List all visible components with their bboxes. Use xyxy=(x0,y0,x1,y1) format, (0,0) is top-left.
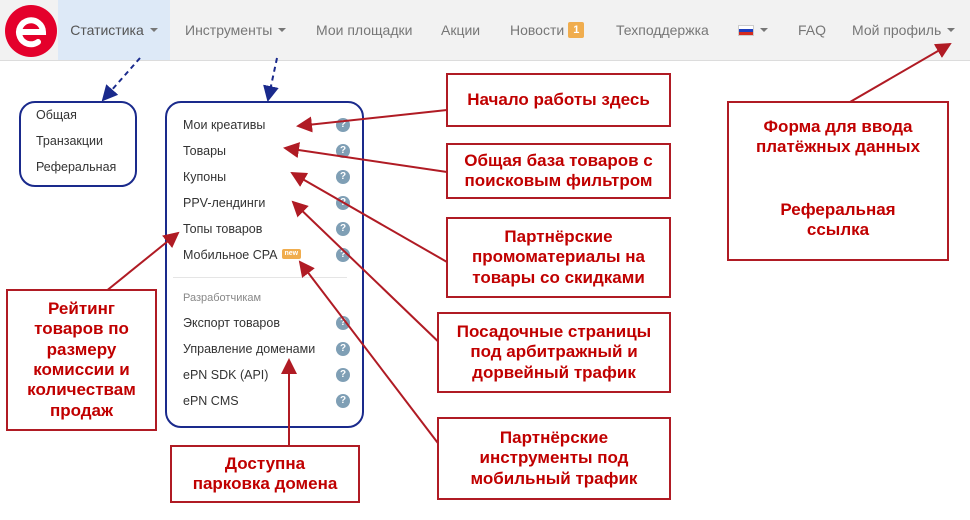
callout-line: Посадочные страницы xyxy=(456,321,652,341)
callout-line: парковка домена xyxy=(192,474,338,493)
tools-item-mobile-cpa[interactable]: Мобильное CPA new xyxy=(183,248,302,262)
callout-domain-parking: Доступна парковка домена xyxy=(170,445,360,503)
callout-line: дорвейный трафик xyxy=(472,362,636,382)
chevron-down-icon xyxy=(278,28,287,33)
callout-profile: Форма для ввода платёжных данных Реферал… xyxy=(727,101,949,261)
nav-tools[interactable]: Инструменты xyxy=(185,0,287,60)
tools-item-epn-sdk[interactable]: ePN SDK (API) xyxy=(183,368,268,382)
callout-line: Партнёрские xyxy=(499,427,609,447)
nav-profile[interactable]: Мой профиль xyxy=(852,0,956,60)
callout-line: размеру xyxy=(46,339,117,359)
stats-item-general[interactable]: Общая xyxy=(36,108,77,122)
help-icon[interactable]: ? xyxy=(336,368,350,382)
nav-news-label: Новости xyxy=(510,22,565,38)
tools-item-coupons[interactable]: Купоны xyxy=(183,170,226,184)
callout-line: поисковым фильтром xyxy=(464,171,653,190)
nav-tools-label: Инструменты xyxy=(185,22,273,38)
epn-logo-icon[interactable] xyxy=(4,4,58,58)
tools-item-ppv-landings[interactable]: PPV-лендинги xyxy=(183,196,265,210)
callout-line: Доступна xyxy=(224,453,306,473)
help-icon[interactable]: ? xyxy=(336,196,350,210)
callout-rating: Рейтинг товаров по размеру комиссии и ко… xyxy=(6,289,157,431)
callout-line: платёжных данных xyxy=(755,137,921,157)
nav-promotions[interactable]: Акции xyxy=(441,0,480,60)
tools-item-export-products[interactable]: Экспорт товаров xyxy=(183,316,280,330)
help-icon[interactable]: ? xyxy=(336,394,350,408)
help-icon[interactable]: ? xyxy=(336,118,350,132)
developers-header: Разработчикам xyxy=(183,292,262,304)
russian-flag-icon xyxy=(738,24,754,36)
callout-line: Общая база товаров с xyxy=(464,150,653,170)
stats-item-transactions[interactable]: Транзакции xyxy=(36,134,103,148)
callout-start-here: Начало работы здесь xyxy=(446,73,671,127)
chevron-down-icon xyxy=(149,28,158,33)
callout-line: продаж xyxy=(49,400,114,420)
nav-profile-label: Мой профиль xyxy=(852,22,942,38)
nav-news[interactable]: Новости 1 xyxy=(510,0,585,60)
chevron-down-icon xyxy=(760,28,768,33)
callout-products-base: Общая база товаров с поисковым фильтром xyxy=(446,143,671,199)
callout-mobile-tools: Партнёрские инструменты под мобильный тр… xyxy=(437,417,671,500)
callout-line: инструменты под xyxy=(479,448,629,468)
chevron-down-icon xyxy=(947,28,956,33)
nav-my-sites[interactable]: Мои площадки xyxy=(316,0,412,60)
callout-landing-pages: Посадочные страницы под арбитражный и до… xyxy=(437,312,671,393)
callout-line: Начало работы здесь xyxy=(467,89,650,109)
callout-line: Форма для ввода xyxy=(763,117,913,136)
nav-statistics[interactable]: Статистика xyxy=(58,0,170,60)
new-badge: new xyxy=(281,249,302,259)
callout-line: промоматериалы на xyxy=(472,247,645,267)
help-icon[interactable]: ? xyxy=(336,222,350,236)
mobile-cpa-label: Мобильное CPA xyxy=(183,248,278,262)
callout-line: мобильный трафик xyxy=(470,468,638,488)
callout-line: Партнёрские xyxy=(504,226,613,246)
callout-line: под арбитражный и xyxy=(470,342,638,362)
help-icon[interactable]: ? xyxy=(336,144,350,158)
tools-item-domain-management[interactable]: Управление доменами xyxy=(183,342,315,356)
callout-line: количествам xyxy=(27,380,136,400)
nav-statistics-label: Статистика xyxy=(70,22,144,38)
callout-line: товары со скидками xyxy=(472,267,645,287)
callout-promo-materials: Партнёрские промоматериалы на товары со … xyxy=(446,217,671,298)
tools-item-epn-cms[interactable]: ePN CMS xyxy=(183,394,239,408)
menu-divider xyxy=(173,277,347,278)
nav-faq[interactable]: FAQ xyxy=(798,0,826,60)
callout-line: Рейтинг xyxy=(48,298,115,318)
callout-line: Реферальная xyxy=(780,199,896,219)
help-icon[interactable]: ? xyxy=(336,316,350,330)
callout-line: товаров по xyxy=(34,319,129,339)
tools-item-products[interactable]: Товары xyxy=(183,144,226,158)
callout-line: ссылка xyxy=(806,220,870,240)
news-count-badge: 1 xyxy=(568,22,585,39)
top-navbar: Статистика Инструменты Мои площадки Акци… xyxy=(0,0,970,61)
nav-language[interactable] xyxy=(738,0,768,60)
tools-item-my-creatives[interactable]: Мои креативы xyxy=(183,118,265,132)
tools-item-top-products[interactable]: Топы товаров xyxy=(183,222,262,236)
stats-item-referral[interactable]: Реферальная xyxy=(36,160,116,174)
nav-support[interactable]: Техподдержка xyxy=(616,0,709,60)
callout-line: комиссии и xyxy=(33,360,130,379)
help-icon[interactable]: ? xyxy=(336,170,350,184)
help-icon[interactable]: ? xyxy=(336,342,350,356)
help-icon[interactable]: ? xyxy=(336,248,350,262)
